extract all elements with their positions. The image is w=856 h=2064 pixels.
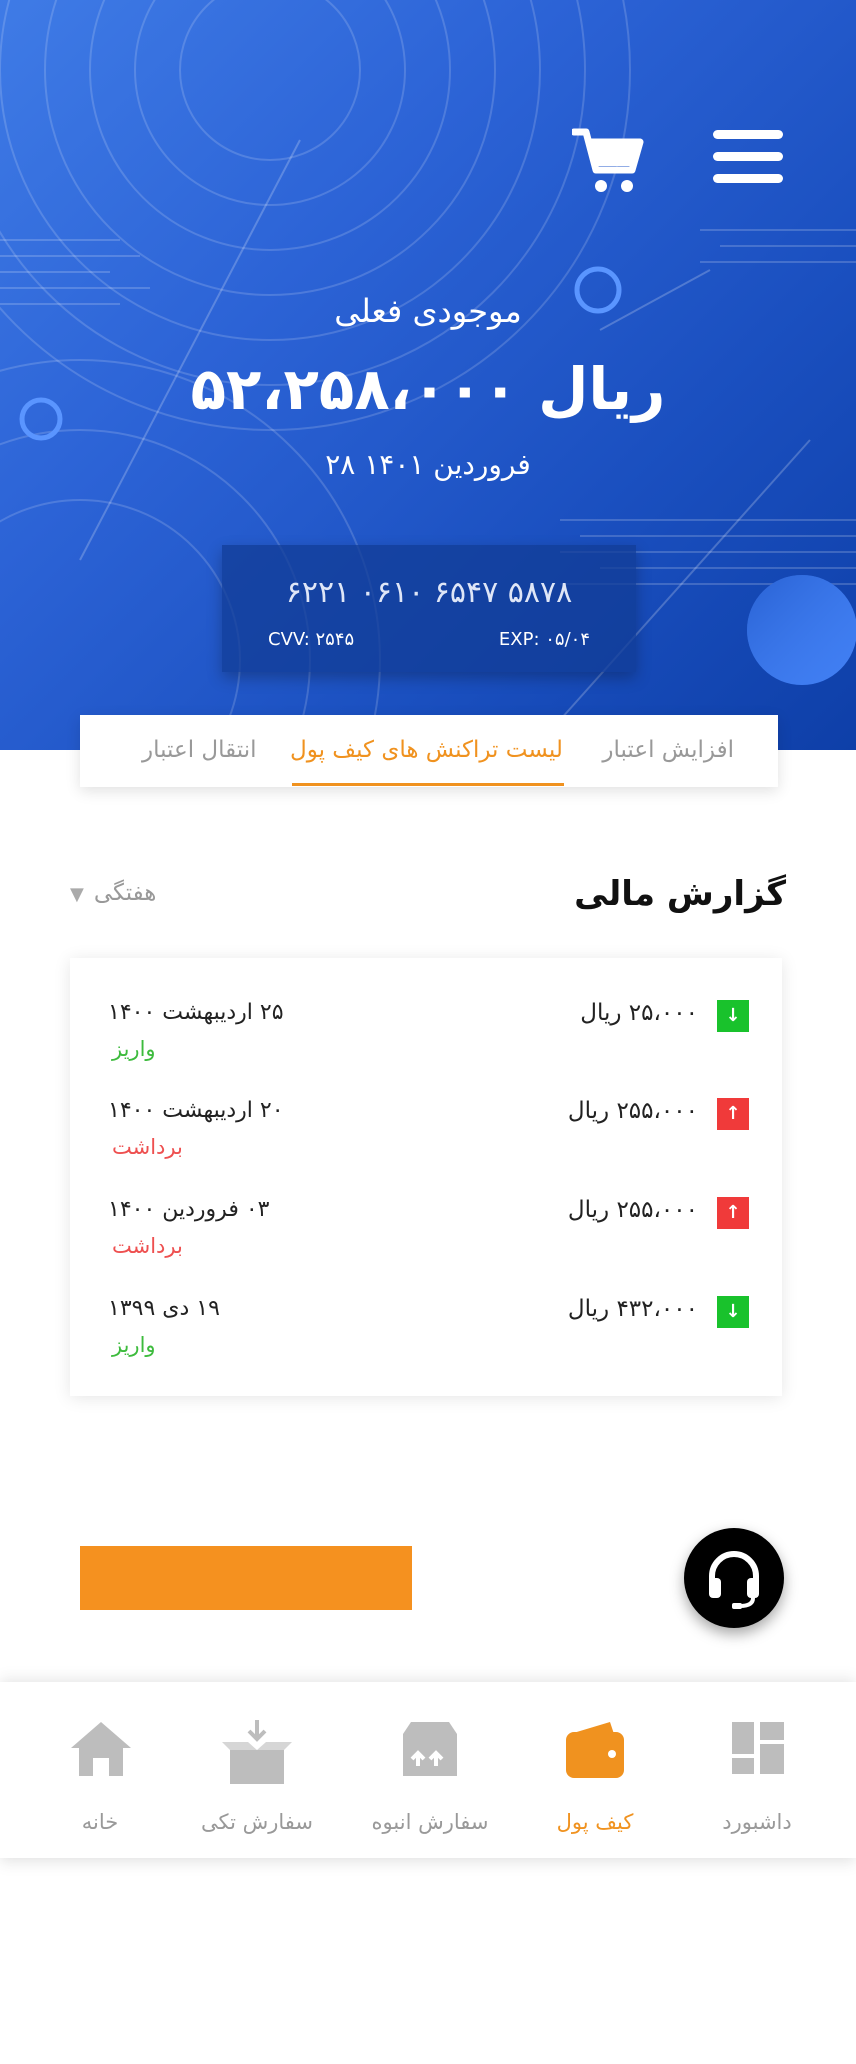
card-expiry: EXP: ۰۵/۰۴ (498, 629, 590, 650)
transaction-row[interactable]: ↑ ۲۵۵،۰۰۰ ریال ۲۰ اردیبهشت ۱۴۰۰ برداشت (70, 1056, 782, 1159)
action-button[interactable] (80, 1546, 412, 1610)
menu-button[interactable] (713, 130, 785, 190)
wallet-header: موجودی فعلی ۵۲،۲۵۸،۰۰۰ ریال ۲۸ فروردین ۱… (0, 0, 856, 750)
arrow-down-icon: ↓ (717, 1296, 749, 1328)
cart-button[interactable] (570, 126, 644, 196)
bottom-navigation: داشبورد کیف پول سفارش انبوه سفارش تکی خا… (0, 1682, 856, 1858)
dashboard-icon (732, 1722, 784, 1774)
transaction-date: ۲۰ اردیبهشت ۱۴۰۰ (108, 1098, 284, 1123)
nav-bulk-order[interactable]: سفارش انبوه (355, 1682, 505, 1858)
report-title: گزارش مالی (574, 874, 786, 914)
nav-label: کیف پول (556, 1810, 634, 1834)
transaction-date: ۱۹ دی ۱۳۹۹ (108, 1296, 220, 1321)
transactions-list: ↓ ۲۵،۰۰۰ ریال ۲۵ اردیبهشت ۱۴۰۰ واریز ↑ ۲… (70, 958, 782, 1396)
period-label: هفتگی (93, 880, 157, 906)
nav-label: داشبورد (722, 1810, 792, 1834)
home-icon (71, 1722, 131, 1776)
transaction-row[interactable]: ↓ ۲۵،۰۰۰ ریال ۲۵ اردیبهشت ۱۴۰۰ واریز (70, 958, 782, 1061)
balance-label: موجودی فعلی (334, 292, 522, 330)
tab-transfer-credit[interactable]: انتقال اعتبار (142, 737, 257, 763)
period-dropdown[interactable]: هفتگی ▼ (70, 880, 156, 906)
nav-single-order[interactable]: سفارش تکی (182, 1682, 332, 1858)
balance-value: ۵۲،۲۵۸،۰۰۰ ریال (190, 355, 666, 423)
headset-icon (709, 1551, 759, 1609)
transaction-row[interactable]: ↓ ۴۳۲،۰۰۰ ریال ۱۹ دی ۱۳۹۹ واریز (70, 1254, 782, 1357)
card-cvv: CVV: ۲۵۴۵ (268, 629, 355, 650)
nav-label: خانه (81, 1810, 119, 1834)
arrow-up-icon: ↑ (717, 1197, 749, 1229)
arrow-up-icon: ↑ (717, 1098, 749, 1130)
nav-label: سفارش تکی (200, 1810, 313, 1834)
nav-label: سفارش انبوه (371, 1810, 489, 1834)
chevron-down-icon: ▼ (70, 884, 84, 905)
transaction-amount: ۲۵،۰۰۰ ریال (580, 1000, 698, 1026)
transaction-date: ۲۵ اردیبهشت ۱۴۰۰ (108, 1000, 284, 1025)
box-arrow-icon (222, 1720, 292, 1784)
transaction-amount: ۲۵۵،۰۰۰ ریال (567, 1197, 698, 1223)
nav-wallet[interactable]: کیف پول (520, 1682, 670, 1858)
hamburger-menu-icon (713, 130, 783, 139)
nav-dashboard[interactable]: داشبورد (682, 1682, 832, 1858)
transaction-type: واریز (112, 1333, 156, 1357)
transaction-amount: ۲۵۵،۰۰۰ ریال (567, 1098, 698, 1124)
wallet-tabs: افزایش اعتبار لیست تراکنش های کیف پول ان… (80, 715, 778, 787)
tab-increase-credit[interactable]: افزایش اعتبار (602, 737, 734, 763)
card-number: ۶۲۲۱ ۰۶۱۰ ۶۵۴۷ ۵۸۷۸ (285, 575, 573, 610)
warehouse-box-icon (403, 1722, 457, 1776)
nav-home[interactable]: خانه (25, 1682, 175, 1858)
wallet-icon (566, 1722, 624, 1778)
transaction-amount: ۴۳۲،۰۰۰ ریال (567, 1296, 698, 1322)
arrow-down-icon: ↓ (717, 1000, 749, 1032)
transaction-row[interactable]: ↑ ۲۵۵،۰۰۰ ریال ۰۳ فروردین ۱۴۰۰ برداشت (70, 1155, 782, 1258)
support-button[interactable] (684, 1528, 784, 1628)
active-tab-indicator (292, 783, 564, 786)
transaction-date: ۰۳ فروردین ۱۴۰۰ (108, 1197, 270, 1222)
bank-card: ۶۲۲۱ ۰۶۱۰ ۶۵۴۷ ۵۸۷۸ CVV: ۲۵۴۵ EXP: ۰۵/۰۴ (222, 545, 636, 672)
shopping-cart-icon (570, 128, 644, 192)
balance-date: ۲۸ فروردین ۱۴۰۱ (325, 448, 531, 481)
tab-wallet-transactions[interactable]: لیست تراکنش های کیف پول (290, 737, 563, 763)
